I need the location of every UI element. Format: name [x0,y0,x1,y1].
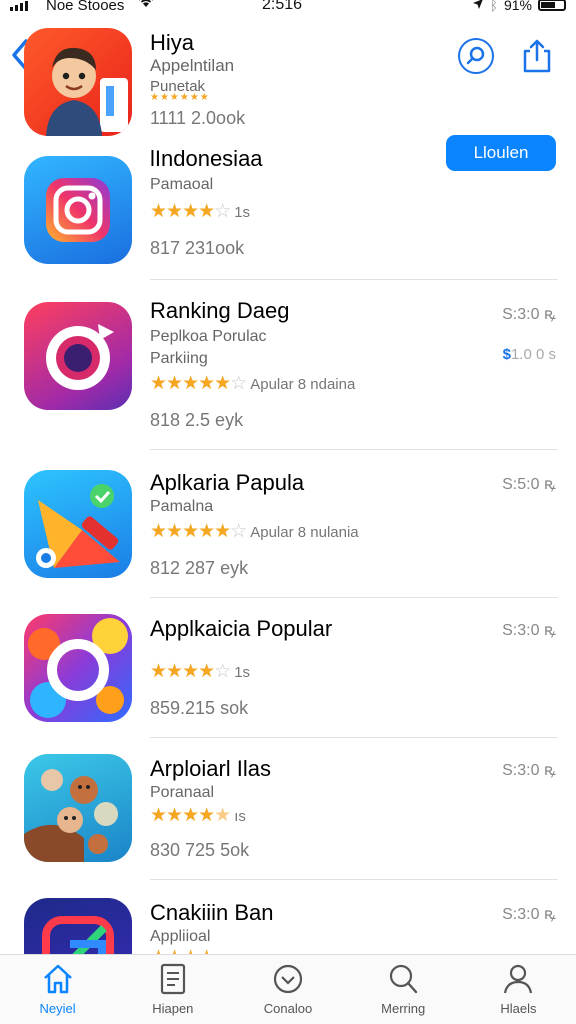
app-icon [24,898,132,954]
bluetooth-icon: ᛒ [489,0,498,13]
app-rating-stars: ★★★★★☆ Apular 8 nulania [150,521,359,542]
app-icon [24,156,132,264]
app-price[interactable]: S:3:0 ꝶ [502,618,556,640]
app-rating-text: 1s [234,204,251,221]
tab-label: Merring [381,1001,426,1016]
app-row[interactable]: Applkaicia Popular ★★★★☆ 1s 859.215 sok S… [0,598,576,738]
app-name: lIndonesiaa [150,146,263,171]
battery-icon [538,0,566,11]
tab-home[interactable]: Neyiel [0,955,115,1024]
app-rating-stars: ★★★★☆ 1s [150,201,251,222]
app-subtitle: Appliioal [150,928,211,945]
app-row[interactable]: Aplkaria Papula Pamalna ★★★★★☆ Apular 8 n… [0,450,576,598]
app-subtitle: Pamalna [150,498,214,515]
app-name: Cnakiiin Ban [150,900,274,925]
tab-search[interactable]: Merring [346,955,461,1024]
app-rating-text: ıs [234,808,246,825]
app-subtitle: Poranaal [150,784,215,801]
app-icon [24,302,132,410]
app-name: Aplkaria Papula [150,470,305,495]
app-price[interactable]: S:5:0 ꝶ [502,472,556,494]
app-downloads: 812 287 eyk [150,558,249,578]
app-price-secondary: $1.0 0 s [502,346,556,363]
app-rating-text: 1s [234,664,251,681]
signal-icon [10,1,28,11]
app-row[interactable]: lIndonesiaa Pamaoal ★★★★☆ 1s 817 231ook [0,146,576,280]
app-price[interactable]: S:3:0 ꝶ [502,302,556,324]
search-icon [390,964,418,994]
app-name: Arploiarl Ilas [150,756,272,781]
app-row[interactable]: Cnakiiin Ban Appliioal ★★★★ S:3:0 ꝶ [0,880,576,954]
app-row[interactable]: Arploiarl Ilas Poranaal ★★★★★ ıs 830 725 … [0,738,576,880]
featured-app[interactable]: Hiya Appelntilan Punetak ★★★★★★ 1111 2.0… [0,28,576,144]
app-subtitle: Pamaoal [150,176,214,193]
carrier-label: Noe Stooes [46,0,125,14]
app-downloads: 818 2.5 eyk [150,410,244,430]
app-rating-stars: ★★★★☆ 1s [150,661,251,682]
app-downloads: 859.215 sok [150,698,249,718]
tab-label: Neyiel [39,1001,76,1016]
tab-updates[interactable]: Conaloo [230,955,345,1024]
app-downloads: 817 231ook [150,238,245,258]
featured-app-icon [24,28,132,136]
app-icon [24,470,132,578]
document-icon [160,963,185,995]
battery-percent: 91% [503,0,532,13]
featured-app-stars: ★★★★★★ [150,92,210,103]
app-icon [24,614,132,722]
app-name: Applkaicia Popular [150,616,333,641]
app-rating-stars: ★★★★★ ıs [150,805,246,826]
app-name: Ranking Daeg [150,298,290,323]
app-price[interactable]: S:3:0 ꝶ [502,758,556,780]
app-rating-text: Apular 8 ndaina [250,376,356,393]
app-rating-stars: ★★★★ [150,946,215,954]
featured-app-name: Hiya [150,30,195,55]
person-icon [504,964,533,994]
app-subtitle-2: Parkiing [150,350,208,367]
check-circle-icon [273,964,303,994]
tab-profile[interactable]: Hlaels [461,955,576,1024]
app-price[interactable]: S:3:0 ꝶ [502,902,556,924]
tab-documents[interactable]: Hiapen [115,955,230,1024]
featured-app-subtitle: Appelntilan [150,56,235,75]
app-rating-stars: ★★★★★☆ Apular 8 ndaina [150,373,356,394]
app-subtitle: Peplkoa Porulac [150,328,267,345]
status-bar: Noe Stooes 2:516 ᛒ 91% [0,0,576,16]
featured-app-downloads: 1111 2.0ook [150,108,246,128]
location-icon [472,0,484,13]
tab-label: Hlaels [500,1001,537,1016]
app-rating-text: Apular 8 nulania [250,524,359,541]
wifi-icon [138,0,154,11]
app-icon [24,754,132,862]
tab-label: Conaloo [263,1001,313,1016]
clock: 2:516 [262,0,303,13]
app-downloads: 830 725 5ok [150,840,250,860]
home-icon [43,964,72,994]
tab-bar: Neyiel Hiapen Conaloo Merring Hlaels [0,954,576,1024]
tab-label: Hiapen [152,1001,194,1016]
app-row[interactable]: Ranking Daeg Peplkoa Porulac Parkiing ★★… [0,280,576,450]
